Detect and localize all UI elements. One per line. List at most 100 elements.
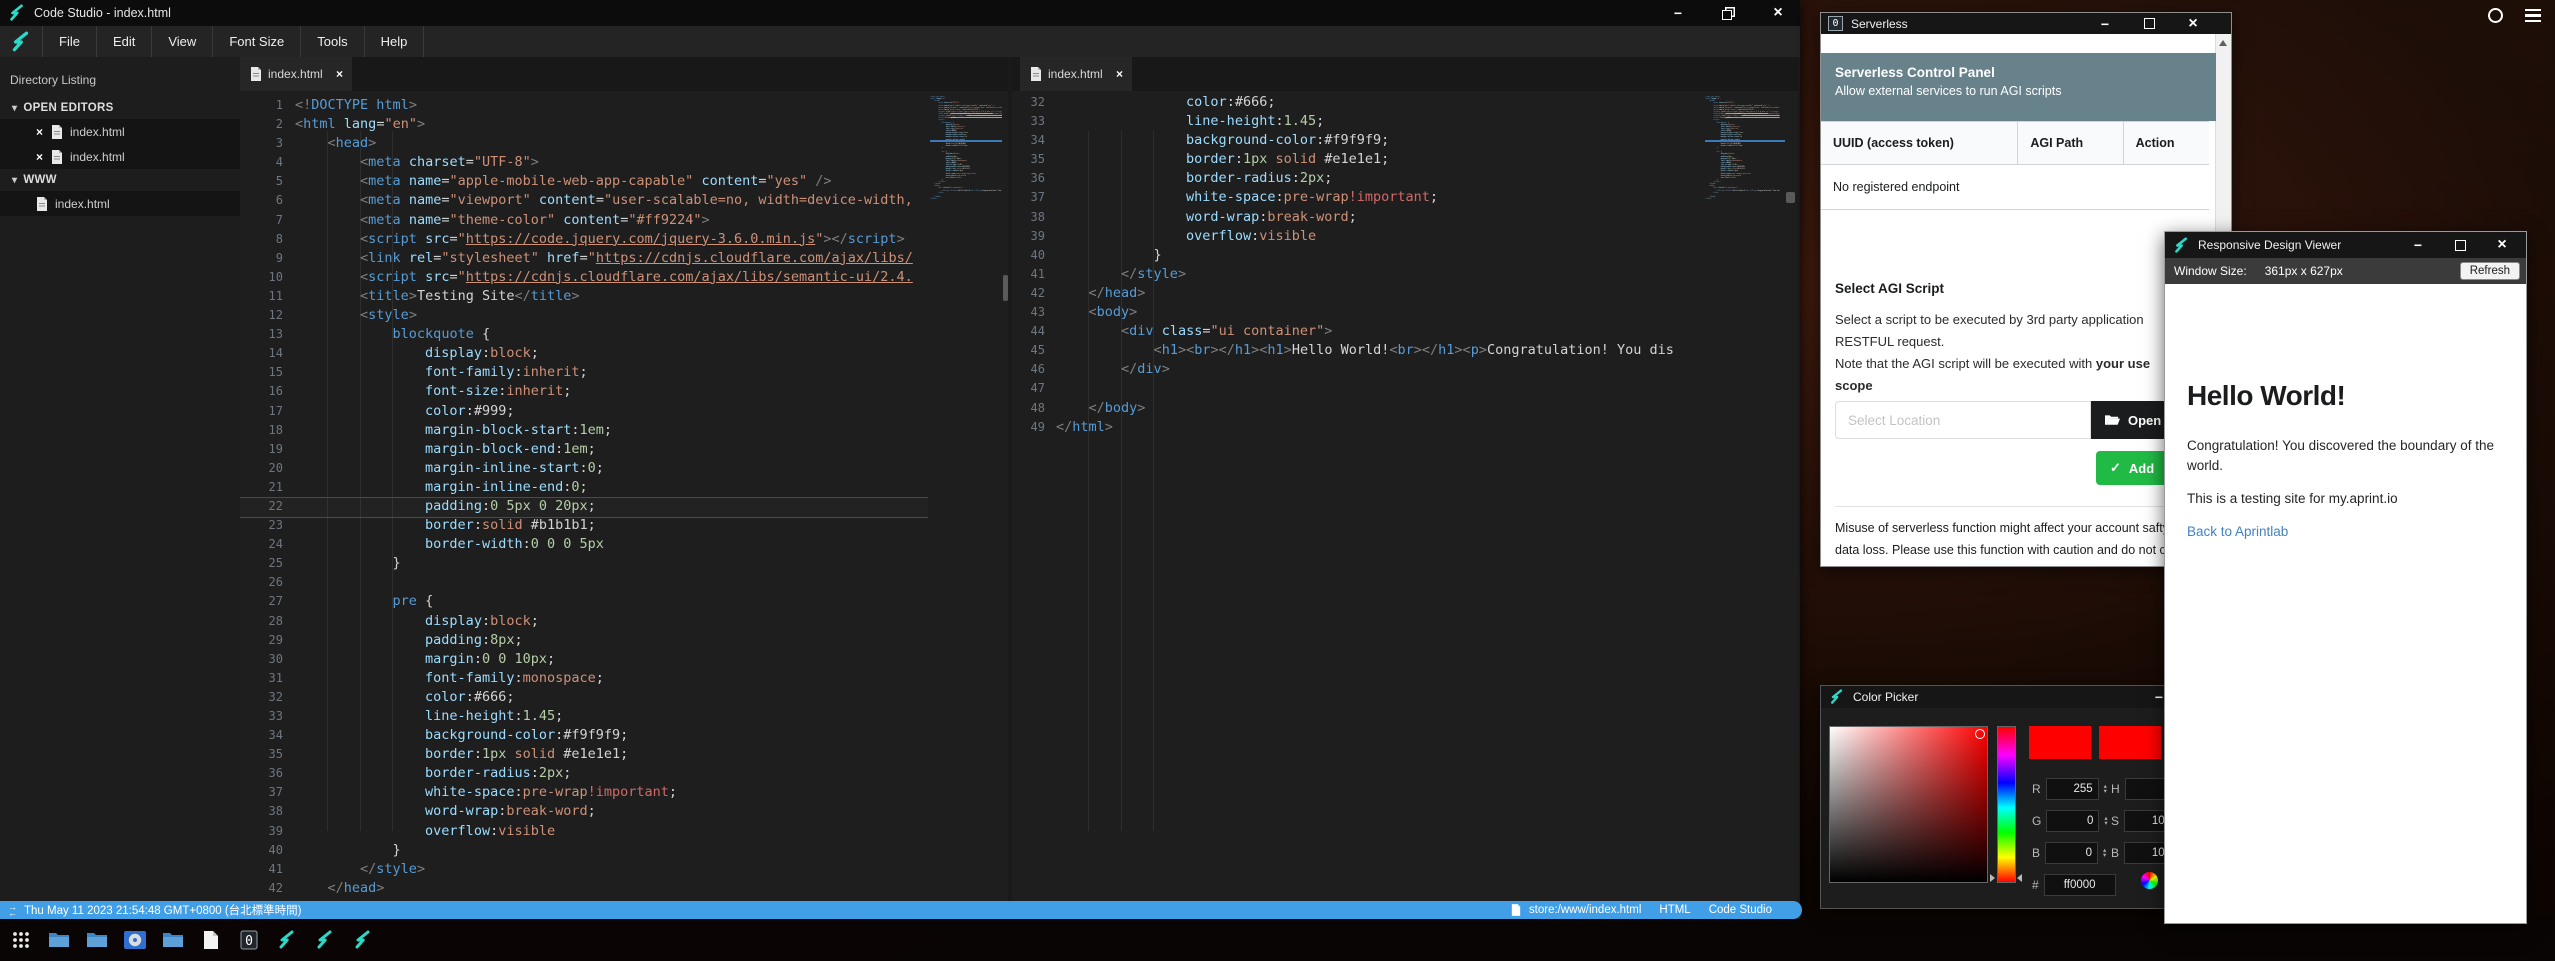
close-icon[interactable]: × <box>36 150 43 164</box>
saturation-marker[interactable] <box>1975 729 1985 739</box>
blue-value[interactable]: 0 <box>2045 842 2098 864</box>
menu-font-size[interactable]: Font Size <box>212 26 300 57</box>
sidebar-item-index.html[interactable]: index.html <box>0 191 240 216</box>
line-number: 44 <box>1012 322 1045 341</box>
maximize-icon[interactable] <box>2141 16 2157 32</box>
minimap[interactable]: <!DOCTYPE html><html lang="en"> <head> <… <box>1705 96 1785 200</box>
folder-icon[interactable] <box>161 929 185 951</box>
code-line: <script src="https://code.jquery.com/jqu… <box>295 230 928 249</box>
line-number: 16 <box>240 382 283 401</box>
maximize-icon[interactable] <box>2452 237 2468 253</box>
refresh-button[interactable]: Refresh <box>2460 262 2520 280</box>
restore-icon[interactable] <box>1720 5 1736 21</box>
responsive-viewer-window: Responsive Design Viewer − × Window Size… <box>2164 231 2527 924</box>
line-number: 23 <box>240 516 283 535</box>
menu-help[interactable]: Help <box>364 26 425 57</box>
title-bar[interactable]: 0 Serverless − × <box>1821 13 2231 34</box>
location-input[interactable] <box>1835 401 2091 439</box>
svg-text:0: 0 <box>245 934 253 949</box>
scrollbar-thumb[interactable] <box>1786 192 1795 203</box>
close-icon[interactable]: × <box>2494 237 2510 253</box>
minimize-icon[interactable]: − <box>2097 16 2113 32</box>
tab-index-html[interactable]: index.html × <box>240 57 352 91</box>
tab-index-html[interactable]: index.html × <box>1020 57 1132 91</box>
code-line: display:block; <box>295 344 928 363</box>
hue-label: H <box>2111 782 2120 796</box>
code-line: line-height:1.45; <box>295 707 928 726</box>
tab-close-icon[interactable]: × <box>1116 67 1123 81</box>
red-label: R <box>2032 782 2041 796</box>
minimap[interactable]: <!DOCTYPE html><html lang="en"> <head> <… <box>930 96 1002 200</box>
red-value[interactable]: 255 <box>2046 778 2099 800</box>
code-line: </head> <box>1056 284 1703 303</box>
document-icon[interactable] <box>199 929 223 951</box>
line-number: 35 <box>1012 150 1045 169</box>
disc-folder-icon[interactable] <box>123 929 147 951</box>
window-title: Code Studio - index.html <box>34 6 171 20</box>
stepper-icon[interactable]: ▴▾ <box>2104 784 2107 794</box>
tab-close-icon[interactable]: × <box>336 67 343 81</box>
status-bar: →← Thu May 11 2023 21:54:48 GMT+0800 (台北… <box>0 901 1802 919</box>
line-number: 8 <box>240 230 283 249</box>
code-line: <style> <box>295 306 928 325</box>
line-number: 33 <box>240 707 283 726</box>
serverless-icon: 0 <box>1828 16 1843 31</box>
code-line <box>295 573 928 592</box>
code-studio-icon[interactable] <box>351 929 375 951</box>
title-bar[interactable]: Code Studio - index.html − × <box>0 0 1800 26</box>
code-line: <head> <box>295 134 928 153</box>
line-number: 38 <box>1012 208 1045 227</box>
rendered-page: Hello World! Congratulation! You discove… <box>2165 284 2526 923</box>
minimize-icon[interactable]: − <box>1670 5 1686 21</box>
menu-view[interactable]: View <box>151 26 212 57</box>
code-editor[interactable]: 1234567891011121314151617181920212223242… <box>240 91 1008 901</box>
folder-icon[interactable] <box>85 929 109 951</box>
code-line: display:block; <box>295 612 928 631</box>
code-editor[interactable]: 323334353637383940414243444546474849 col… <box>1012 91 1798 901</box>
hex-value[interactable]: ff0000 <box>2044 874 2116 896</box>
color-wheel-icon[interactable] <box>2141 872 2158 889</box>
app-grid-icon[interactable] <box>9 929 33 951</box>
stepper-icon[interactable]: ▴▾ <box>2104 816 2107 826</box>
green-value[interactable]: 0 <box>2046 810 2099 832</box>
line-number: 27 <box>240 592 283 611</box>
folder-icon[interactable] <box>47 929 71 951</box>
status-file-path[interactable]: store:/www/index.html <box>1529 904 1641 916</box>
serverless-icon[interactable]: 0 <box>237 929 261 951</box>
code-line: word-wrap:break-word; <box>1056 208 1703 227</box>
hue-slider[interactable] <box>1997 726 2016 883</box>
blue-label: B <box>2032 846 2040 860</box>
close-icon[interactable]: × <box>1770 5 1786 21</box>
sidebar-section-www[interactable]: ▾WWW <box>0 169 240 191</box>
menu-file[interactable]: File <box>42 26 96 57</box>
line-number: 1 <box>240 96 283 115</box>
scroll-up-icon[interactable] <box>2219 40 2227 46</box>
minimize-icon[interactable]: − <box>2410 237 2426 253</box>
sidebar-item-index.html[interactable]: ×index.html <box>0 144 240 169</box>
scrollbar-thumb[interactable] <box>1003 275 1008 301</box>
close-icon[interactable]: × <box>36 125 43 139</box>
code-studio-icon[interactable] <box>313 929 337 951</box>
sidebar-item-index.html[interactable]: ×index.html <box>0 119 240 144</box>
menu-edit[interactable]: Edit <box>96 26 151 57</box>
panel-subtitle: Allow external services to run AGI scrip… <box>1835 84 2216 98</box>
loading-circle-icon[interactable] <box>2488 8 2503 23</box>
code-text: <!DOCTYPE html><html lang="en"> <head> <… <box>295 96 928 898</box>
title-bar[interactable]: Responsive Design Viewer − × <box>2165 232 2526 258</box>
line-number: 48 <box>1012 399 1045 418</box>
back-link[interactable]: Back to Aprintlab <box>2187 524 2288 539</box>
stepper-icon[interactable]: ▴▾ <box>2103 848 2106 858</box>
sidebar-header: Directory Listing <box>10 73 96 87</box>
menu-tools[interactable]: Tools <box>300 26 363 57</box>
code-line: <title>Testing Site</title> <box>295 287 928 306</box>
code-line: <html lang="en"> <box>295 115 928 134</box>
code-text: color:#666; line-height:1.45; background… <box>1056 93 1703 437</box>
hamburger-menu-icon[interactable] <box>2525 9 2541 23</box>
line-number: 19 <box>240 440 283 459</box>
status-file-type[interactable]: HTML <box>1659 904 1690 916</box>
saturation-picker[interactable] <box>1829 726 1988 883</box>
sidebar-section-open-editors[interactable]: ▾OPEN EDITORS <box>0 97 240 119</box>
line-number: 32 <box>240 688 283 707</box>
close-icon[interactable]: × <box>2185 16 2201 32</box>
code-studio-icon[interactable] <box>275 929 299 951</box>
